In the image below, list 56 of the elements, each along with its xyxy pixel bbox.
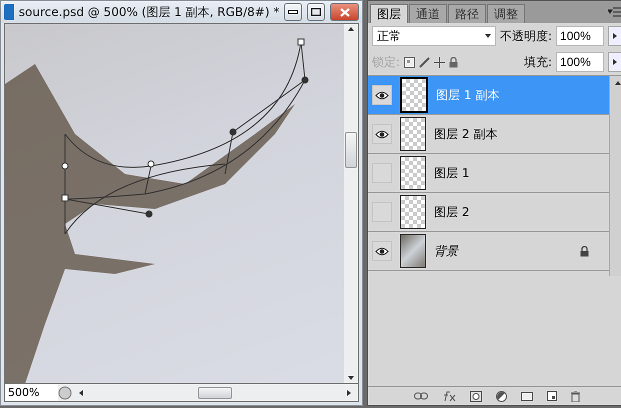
lock-icon [449,56,458,68]
visibility-toggle[interactable] [372,241,392,261]
layer-row[interactable]: 图层 2 副本 [368,115,610,154]
layer-name: 图层 1 [434,164,470,182]
fx-icon[interactable] [442,390,456,402]
adjustment-icon[interactable] [496,390,508,402]
layer-row[interactable]: 图层 1 [368,154,610,193]
eye-icon [375,130,389,138]
blend-mode-dropdown[interactable]: 正常 [372,26,496,46]
trash-icon[interactable] [571,390,580,402]
layer-name: 图层 2 [434,204,470,220]
minimize-icon [288,10,298,14]
maximize-button[interactable] [307,3,326,21]
caret-icon [612,33,618,39]
scroll-down-icon [348,375,354,381]
layer-name: 背景 [434,242,460,260]
panel-menu-icon[interactable] [608,7,621,17]
opacity-field[interactable]: 100% [556,26,604,46]
vertical-scrollbar[interactable] [344,24,358,383]
layer-row[interactable]: 图层 2 [368,193,610,232]
move-icon[interactable] [434,56,446,68]
new-layer-icon[interactable] [547,391,558,401]
lock-icon [580,246,590,256]
layer-name: 图层 1 副本 [436,86,500,104]
layer-row[interactable]: 背景 [368,232,610,271]
scroll-thumb[interactable] [345,132,357,168]
close-button[interactable] [330,3,360,21]
visibility-toggle[interactable] [372,124,392,144]
window-title: source.psd @ 500% (图层 1 副本, RGB/8#) * [18,4,280,20]
maximize-icon [311,8,322,16]
caret-icon [612,59,618,65]
brush-icon[interactable] [419,56,430,68]
link-icon[interactable] [414,392,428,400]
panel-tab[interactable]: 路径 [448,4,486,23]
scroll-up-icon [348,26,354,32]
panel-tab[interactable]: 调整 [487,4,525,23]
opacity-label: 不透明度: [500,28,552,44]
fill-field[interactable]: 100% [556,52,604,72]
opacity-stepper-button[interactable] [608,26,621,46]
folder-icon[interactable] [521,391,534,401]
layer-name: 图层 2 副本 [434,126,498,142]
visibility-toggle[interactable] [372,85,392,105]
dropdown-caret-icon [485,33,491,39]
eye-icon [375,246,389,256]
minimize-button[interactable] [284,3,302,21]
layers-scrollbar[interactable] [609,76,621,276]
scroll-up-icon [615,80,621,86]
panel-tab[interactable]: 图层 [370,4,408,23]
close-icon [340,8,350,16]
app-icon [4,4,14,20]
mask-icon[interactable] [470,390,482,402]
fill-label: 填充: [524,54,552,70]
checker-icon[interactable] [404,56,416,68]
fill-stepper-button[interactable] [608,52,621,72]
panel-tab[interactable]: 通道 [409,4,447,23]
eye-icon [375,90,389,100]
